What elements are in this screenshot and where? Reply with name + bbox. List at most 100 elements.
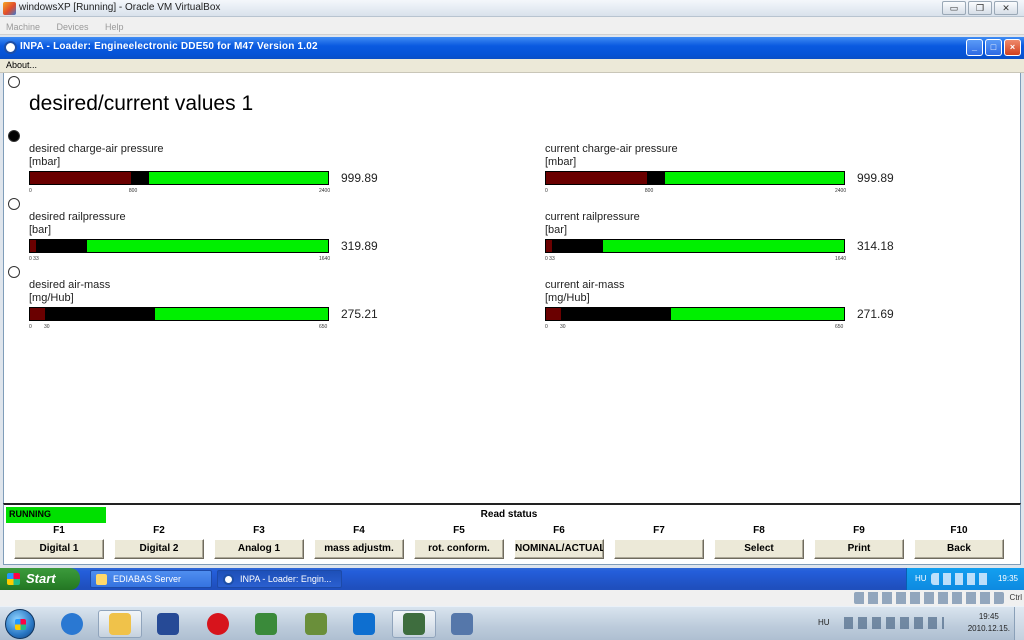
gauge-tick-label: 1640 xyxy=(835,256,847,262)
show-desktop-button[interactable] xyxy=(1014,607,1024,640)
guest-clock: 19:35 xyxy=(997,574,1018,583)
host-clock[interactable]: 19:45 2010.12.15. xyxy=(968,611,1010,635)
gauge-ticks: 0 800 2400 xyxy=(545,188,847,196)
radio-option-2[interactable] xyxy=(8,130,20,142)
pinned-virtualbox[interactable] xyxy=(440,610,484,638)
fkey-button-f6[interactable]: NOMINAL/ACTUAL xyxy=(514,539,604,559)
language-indicator[interactable]: HU xyxy=(915,574,927,583)
pinned-internet-explorer[interactable] xyxy=(50,610,94,638)
gauge-tick-label: 0 xyxy=(29,188,32,194)
gauge-red-zone xyxy=(546,240,552,252)
gauge-bar xyxy=(545,307,845,321)
host-titlebar: windowsXP [Running] - Oracle VM VirtualB… xyxy=(0,0,1024,17)
close-button[interactable]: ✕ xyxy=(994,1,1018,15)
gauge-tick-label: 0 33 xyxy=(545,256,555,262)
fkey-button-f5[interactable]: rot. conform. xyxy=(414,539,504,559)
taskbar-item-ediabas[interactable]: EDIABAS Server xyxy=(90,570,212,588)
gauge-1: current charge-air pressure [mbar] 999.89 0… xyxy=(545,143,925,203)
gauge-bar xyxy=(29,171,329,185)
teamviewer-icon xyxy=(353,613,375,635)
host-tray-icons[interactable] xyxy=(844,617,944,629)
gauge-tick-label: 0 33 xyxy=(29,256,39,262)
gauge-tick-label: 650 xyxy=(835,324,844,330)
vbox-status-bar: Ctrl xyxy=(0,590,1024,606)
inpa-icon xyxy=(223,574,234,585)
fkey-button-f7[interactable] xyxy=(614,539,704,559)
menu-machine[interactable]: Machine xyxy=(0,18,46,32)
gauge-fill xyxy=(30,308,156,320)
gauge-tick-label: 800 xyxy=(128,188,138,194)
gauge-fill xyxy=(546,308,672,320)
app-titlebar: INPA - Loader: Engineelectronic DDE50 fo… xyxy=(0,37,1024,59)
guest-system-tray: HU 19:35 xyxy=(906,568,1024,590)
gauge-value: 275.21 xyxy=(341,307,378,321)
gauge-2: desired railpressure [bar] 319.89 0 33 1640 xyxy=(29,211,409,271)
start-label: Start xyxy=(26,571,56,586)
restore-button[interactable]: ❐ xyxy=(968,1,992,15)
app-minimize-button[interactable]: _ xyxy=(966,39,983,56)
fkey-label-f4: F4 xyxy=(353,525,365,536)
pinned-save[interactable] xyxy=(146,610,190,638)
fkey-label-f10: F10 xyxy=(950,525,968,536)
gauge-fill xyxy=(30,240,87,252)
menu-devices[interactable]: Devices xyxy=(50,18,94,32)
pinned-teamviewer[interactable] xyxy=(342,610,386,638)
fkey-button-f3[interactable]: Analog 1 xyxy=(214,539,304,559)
start-button[interactable]: Start xyxy=(0,568,80,590)
minimize-button[interactable]: ▭ xyxy=(942,1,966,15)
pinned-network[interactable] xyxy=(294,610,338,638)
menu-help[interactable]: Help xyxy=(99,18,130,32)
vbox-device-icons[interactable] xyxy=(854,592,1004,604)
gauge-bar xyxy=(545,171,845,185)
radio-option-3[interactable] xyxy=(8,198,20,210)
gauge-tick-label: 1640 xyxy=(319,256,331,262)
radio-option-4[interactable] xyxy=(8,266,20,278)
fkey-button-f2[interactable]: Digital 2 xyxy=(114,539,204,559)
windows-flag-icon xyxy=(7,573,20,585)
gauge-tick-label: 0 xyxy=(545,188,548,194)
fkey-label-f7: F7 xyxy=(653,525,665,536)
virtualbox-icon xyxy=(451,613,473,635)
gauge-tick-label: 650 xyxy=(319,324,328,330)
fkey-button-f1[interactable]: Digital 1 xyxy=(14,539,104,559)
gauge-label: desired railpressure xyxy=(29,211,126,223)
gauge-0: desired charge-air pressure [mbar] 999.89 0… xyxy=(29,143,409,203)
gauge-tick-label: 2400 xyxy=(319,188,331,194)
gauge-unit: [mbar] xyxy=(29,156,61,168)
app-close-button[interactable]: × xyxy=(1004,39,1021,56)
gauge-tick-label: 800 xyxy=(644,188,654,194)
fkey-label-f1: F1 xyxy=(53,525,65,536)
read-status-label: Read status xyxy=(480,509,538,520)
gauge-ticks: 0 800 2400 xyxy=(29,188,331,196)
remote-icon xyxy=(403,613,425,635)
fkey-label-f6: F6 xyxy=(553,525,565,536)
windows-start-orb[interactable] xyxy=(5,609,35,639)
pinned-remote[interactable] xyxy=(392,610,436,638)
fkey-button-f10[interactable]: Back xyxy=(914,539,1004,559)
status-badge: RUNNING xyxy=(6,507,106,523)
host-language-indicator[interactable]: HU xyxy=(818,618,830,627)
pinned-explorer[interactable] xyxy=(98,610,142,638)
fkey-button-f4[interactable]: mass adjustm. xyxy=(314,539,404,559)
host-key-indicator: Ctrl xyxy=(1009,593,1022,602)
gauge-value: 314.18 xyxy=(857,239,894,253)
gauge-red-zone xyxy=(546,308,561,320)
app-window-title: INPA - Loader: Engineelectronic DDE50 fo… xyxy=(20,41,318,52)
tray-icons[interactable] xyxy=(931,573,991,585)
inpa-icon xyxy=(4,41,17,54)
host-clock-date: 2010.12.15. xyxy=(967,624,1010,633)
function-key-panel: RUNNING Read status F1 Digital 1 F2 Digital… xyxy=(3,503,1021,565)
page-title: desired/current values 1 xyxy=(29,92,254,115)
radio-option-1[interactable] xyxy=(8,76,20,88)
gauge-tick-label: 2400 xyxy=(835,188,847,194)
taskbar-item-inpa[interactable]: INPA - Loader: Engin... xyxy=(217,570,342,588)
pinned-excel[interactable] xyxy=(244,610,288,638)
app-maximize-button[interactable]: □ xyxy=(985,39,1002,56)
gauge-red-zone xyxy=(30,172,132,184)
menu-about[interactable]: About... xyxy=(6,60,37,70)
pinned-opera[interactable] xyxy=(196,610,240,638)
gauge-red-zone xyxy=(30,308,45,320)
fkey-button-f9[interactable]: Print xyxy=(814,539,904,559)
fkey-button-f8[interactable]: Select xyxy=(714,539,804,559)
gauge-ticks: 0 30 650 xyxy=(29,324,329,332)
